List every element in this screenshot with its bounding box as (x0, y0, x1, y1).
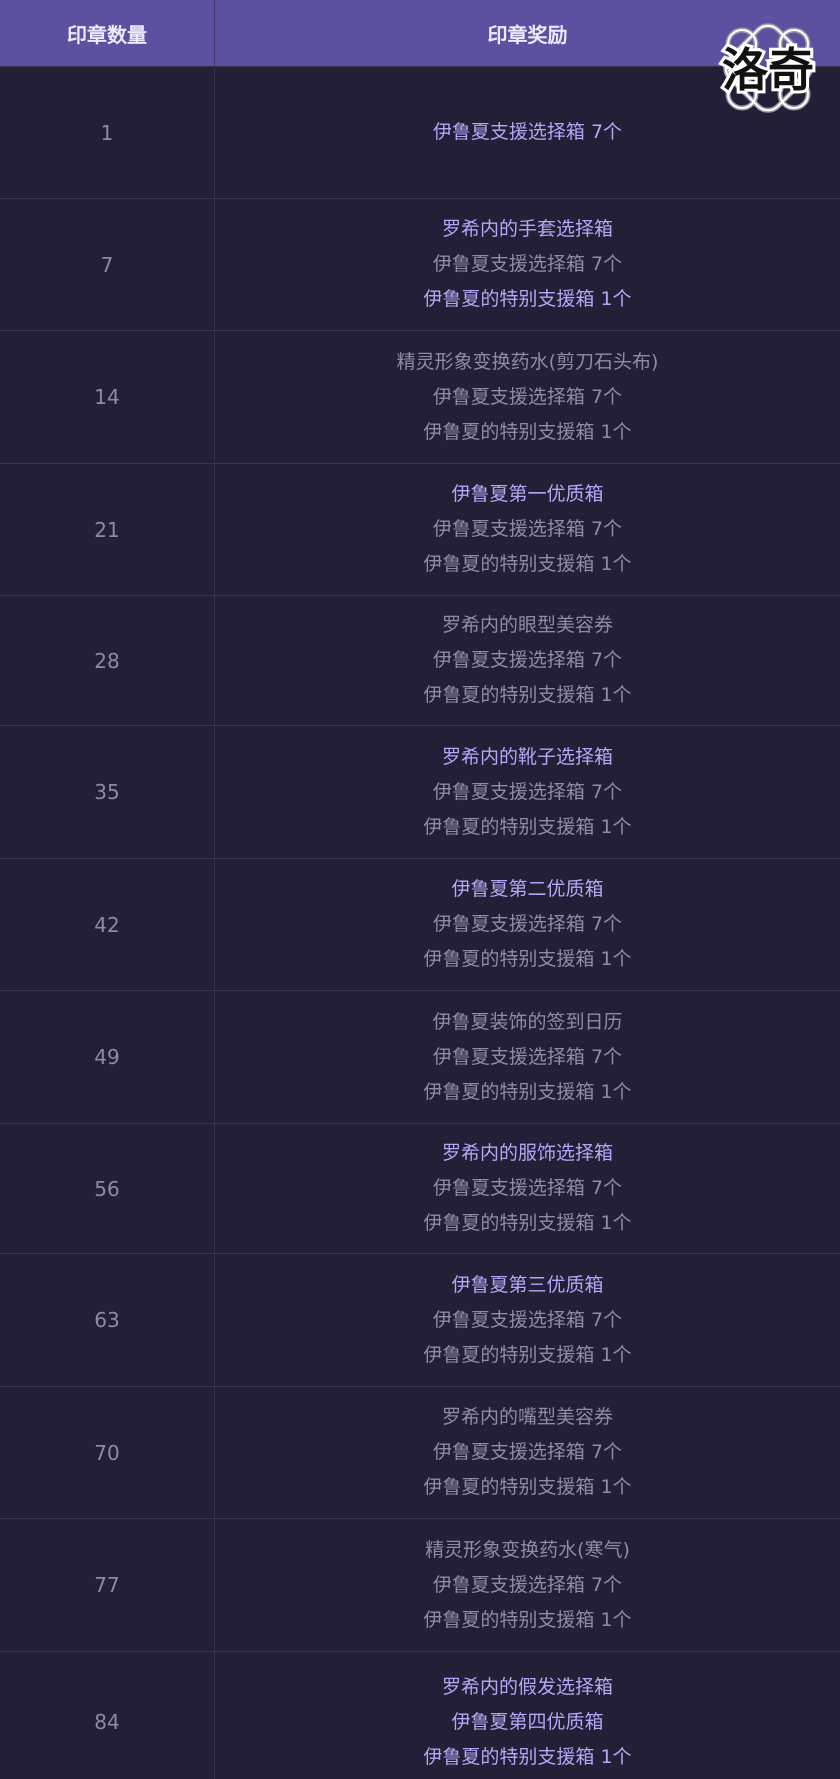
stamp-count-cell: 56 (0, 1123, 215, 1254)
reward-item: 伊鲁夏第三优质箱 (451, 1273, 604, 1296)
stamp-count-cell: 49 (0, 990, 215, 1124)
reward-item: 伊鲁夏支援选择箱 7个 (432, 1573, 623, 1596)
reward-item: 伊鲁夏的特别支援箱 1个 (423, 1212, 632, 1234)
stamp-reward-cell: 罗希内的服饰选择箱 伊鲁夏支援选择箱 7个 伊鲁夏的特别支援箱 1个 (214, 1123, 840, 1254)
stamp-reward-table: 印章数量 印章奖励 1 伊鲁夏支援选择箱 7个 7 罗希内的手套选择箱 伊鲁夏支援选择箱… (0, 0, 840, 1779)
table-row: 63 伊鲁夏第三优质箱 伊鲁夏支援选择箱 7个 伊鲁夏的特别支援箱 1个 (0, 1253, 840, 1387)
stamp-reward-cell: 伊鲁夏装饰的签到日历 伊鲁夏支援选择箱 7个 伊鲁夏的特别支援箱 1个 (214, 990, 840, 1124)
reward-item: 伊鲁夏的特别支援箱 1个 (423, 815, 632, 838)
table-row: 42 伊鲁夏第二优质箱 伊鲁夏支援选择箱 7个 伊鲁夏的特别支援箱 1个 (0, 858, 840, 991)
reward-item: 伊鲁夏的特别支援箱 1个 (423, 1745, 632, 1768)
reward-item: 伊鲁夏第四优质箱 (451, 1710, 604, 1733)
table-row: 7 罗希内的手套选择箱 伊鲁夏支援选择箱 7个 伊鲁夏的特别支援箱 1个 (0, 198, 840, 331)
stamp-reward-cell: 罗希内的假发选择箱 伊鲁夏第四优质箱伊鲁夏的特别支援箱 1个 (214, 1651, 840, 1779)
stamp-reward-cell: 罗希内的嘴型美容券 伊鲁夏支援选择箱 7个 伊鲁夏的特别支援箱 1个 (214, 1386, 840, 1519)
reward-item: 精灵形象变换药水(寒气) (425, 1538, 630, 1561)
knot-emblem-icon: 洛奇 (719, 23, 817, 113)
header-stamp-count: 印章数量 (0, 0, 215, 67)
reward-item: 罗希内的眼型美容券 (441, 614, 613, 636)
reward-item: 伊鲁夏支援选择箱 7个 (432, 1177, 623, 1199)
stamp-reward-cell: 伊鲁夏第二优质箱 伊鲁夏支援选择箱 7个 伊鲁夏的特别支援箱 1个 (214, 858, 840, 991)
logo-text: 洛奇 (722, 43, 814, 97)
reward-item: 伊鲁夏支援选择箱 7个 (432, 780, 623, 803)
stamp-reward-cell: 罗希内的眼型美容券 伊鲁夏支援选择箱 7个 伊鲁夏的特别支援箱 1个 (214, 595, 840, 726)
stamp-count-cell: 63 (0, 1253, 215, 1387)
reward-item: 伊鲁夏的特别支援箱 1个 (423, 1080, 632, 1103)
reward-item: 罗希内的靴子选择箱 (441, 745, 613, 768)
reward-item: 伊鲁夏支援选择箱 7个 (432, 1308, 623, 1331)
reward-item: 伊鲁夏支援选择箱 7个 (432, 649, 623, 671)
reward-item: 伊鲁夏支援选择箱 7个 (432, 518, 623, 540)
stamp-count-cell: 42 (0, 858, 215, 991)
reward-item: 罗希内的嘴型美容券 (441, 1406, 613, 1428)
stamp-reward-cell: 伊鲁夏第一优质箱 伊鲁夏支援选择箱 7个 伊鲁夏的特别支援箱 1个 (214, 463, 840, 596)
stamp-count-cell: 28 (0, 595, 215, 726)
stamp-count-cell: 70 (0, 1386, 215, 1519)
stamp-count-cell: 84 (0, 1651, 215, 1779)
stamp-count-cell: 77 (0, 1518, 215, 1652)
reward-item: 罗希内的服饰选择箱 (441, 1142, 613, 1164)
reward-item: 伊鲁夏的特别支援箱 1个 (423, 684, 632, 706)
stamp-count-cell: 35 (0, 725, 215, 859)
stamp-reward-cell: 伊鲁夏第三优质箱 伊鲁夏支援选择箱 7个 伊鲁夏的特别支援箱 1个 (214, 1253, 840, 1387)
table-row: 56 罗希内的服饰选择箱 伊鲁夏支援选择箱 7个 伊鲁夏的特别支援箱 1个 (0, 1123, 840, 1254)
stamp-reward-cell: 罗希内的手套选择箱 伊鲁夏支援选择箱 7个 伊鲁夏的特别支援箱 1个 (214, 198, 840, 331)
table-row: 49 伊鲁夏装饰的签到日历 伊鲁夏支援选择箱 7个 伊鲁夏的特别支援箱 1个 (0, 990, 840, 1124)
reward-item: 伊鲁夏的特别支援箱 1个 (423, 948, 632, 970)
table-row: 35 罗希内的靴子选择箱 伊鲁夏支援选择箱 7个 伊鲁夏的特别支援箱 1个 (0, 725, 840, 859)
stamp-reward-cell: 精灵形象变换药水(剪刀石头布) 伊鲁夏支援选择箱 7个 伊鲁夏的特别支援箱 1个 (214, 330, 840, 464)
reward-item: 罗希内的手套选择箱 (441, 218, 613, 240)
reward-item: 伊鲁夏的特别支援箱 1个 (423, 1476, 632, 1498)
table-row: 28 罗希内的眼型美容券 伊鲁夏支援选择箱 7个 伊鲁夏的特别支援箱 1个 (0, 595, 840, 726)
reward-item: 伊鲁夏的特别支援箱 1个 (423, 420, 632, 443)
reward-item: 伊鲁夏支援选择箱 7个 (432, 385, 623, 408)
reward-item: 伊鲁夏装饰的签到日历 (432, 1010, 623, 1033)
stamp-count-cell: 7 (0, 198, 215, 331)
reward-item: 伊鲁夏支援选择箱 7个 (432, 253, 623, 275)
stamp-count-cell: 14 (0, 330, 215, 464)
reward-item: 伊鲁夏的特别支援箱 1个 (423, 1343, 632, 1366)
reward-item: 伊鲁夏支援选择箱 7个 (432, 1045, 623, 1068)
reward-item: 伊鲁夏的特别支援箱 1个 (423, 553, 632, 575)
stamp-count-cell: 21 (0, 463, 215, 596)
table-row: 70 罗希内的嘴型美容券 伊鲁夏支援选择箱 7个 伊鲁夏的特别支援箱 1个 (0, 1386, 840, 1519)
reward-item: 伊鲁夏第二优质箱 (451, 878, 604, 900)
reward-page: 印章数量 印章奖励 1 伊鲁夏支援选择箱 7个 7 罗希内的手套选择箱 伊鲁夏支援选择箱… (0, 0, 840, 1779)
table-row: 21 伊鲁夏第一优质箱 伊鲁夏支援选择箱 7个 伊鲁夏的特别支援箱 1个 (0, 463, 840, 596)
table-row: 84 罗希内的假发选择箱 伊鲁夏第四优质箱 伊鲁夏的特别支援箱 1个 (0, 1651, 840, 1779)
stamp-count-cell: 1 (0, 66, 215, 199)
table-row: 14 精灵形象变换药水(剪刀石头布) 伊鲁夏支援选择箱 7个 伊鲁夏的特别支援箱 1个 (0, 330, 840, 464)
reward-item: 伊鲁夏第一优质箱 (451, 483, 604, 505)
reward-item: 罗希内的假发选择箱 (441, 1675, 613, 1698)
table-row: 77 精灵形象变换药水(寒气) 伊鲁夏支援选择箱 7个 伊鲁夏的特别支援箱 1个 (0, 1518, 840, 1652)
reward-item: 伊鲁夏的特别支援箱 1个 (423, 1608, 632, 1631)
stamp-reward-cell: 罗希内的靴子选择箱 伊鲁夏支援选择箱 7个 伊鲁夏的特别支援箱 1个 (214, 725, 840, 859)
reward-item: 伊鲁夏支援选择箱 7个 (432, 1441, 623, 1463)
stamp-reward-cell: 精灵形象变换药水(寒气) 伊鲁夏支援选择箱 7个 伊鲁夏的特别支援箱 1个 (214, 1518, 840, 1652)
reward-item: 伊鲁夏的特别支援箱 1个 (423, 288, 632, 310)
reward-item: 精灵形象变换药水(剪刀石头布) (396, 350, 659, 373)
table-body: 1 伊鲁夏支援选择箱 7个 7 罗希内的手套选择箱 伊鲁夏支援选择箱 7个 伊鲁夏的特别支… (0, 66, 840, 1779)
reward-item: 伊鲁夏支援选择箱 7个 (432, 913, 623, 935)
